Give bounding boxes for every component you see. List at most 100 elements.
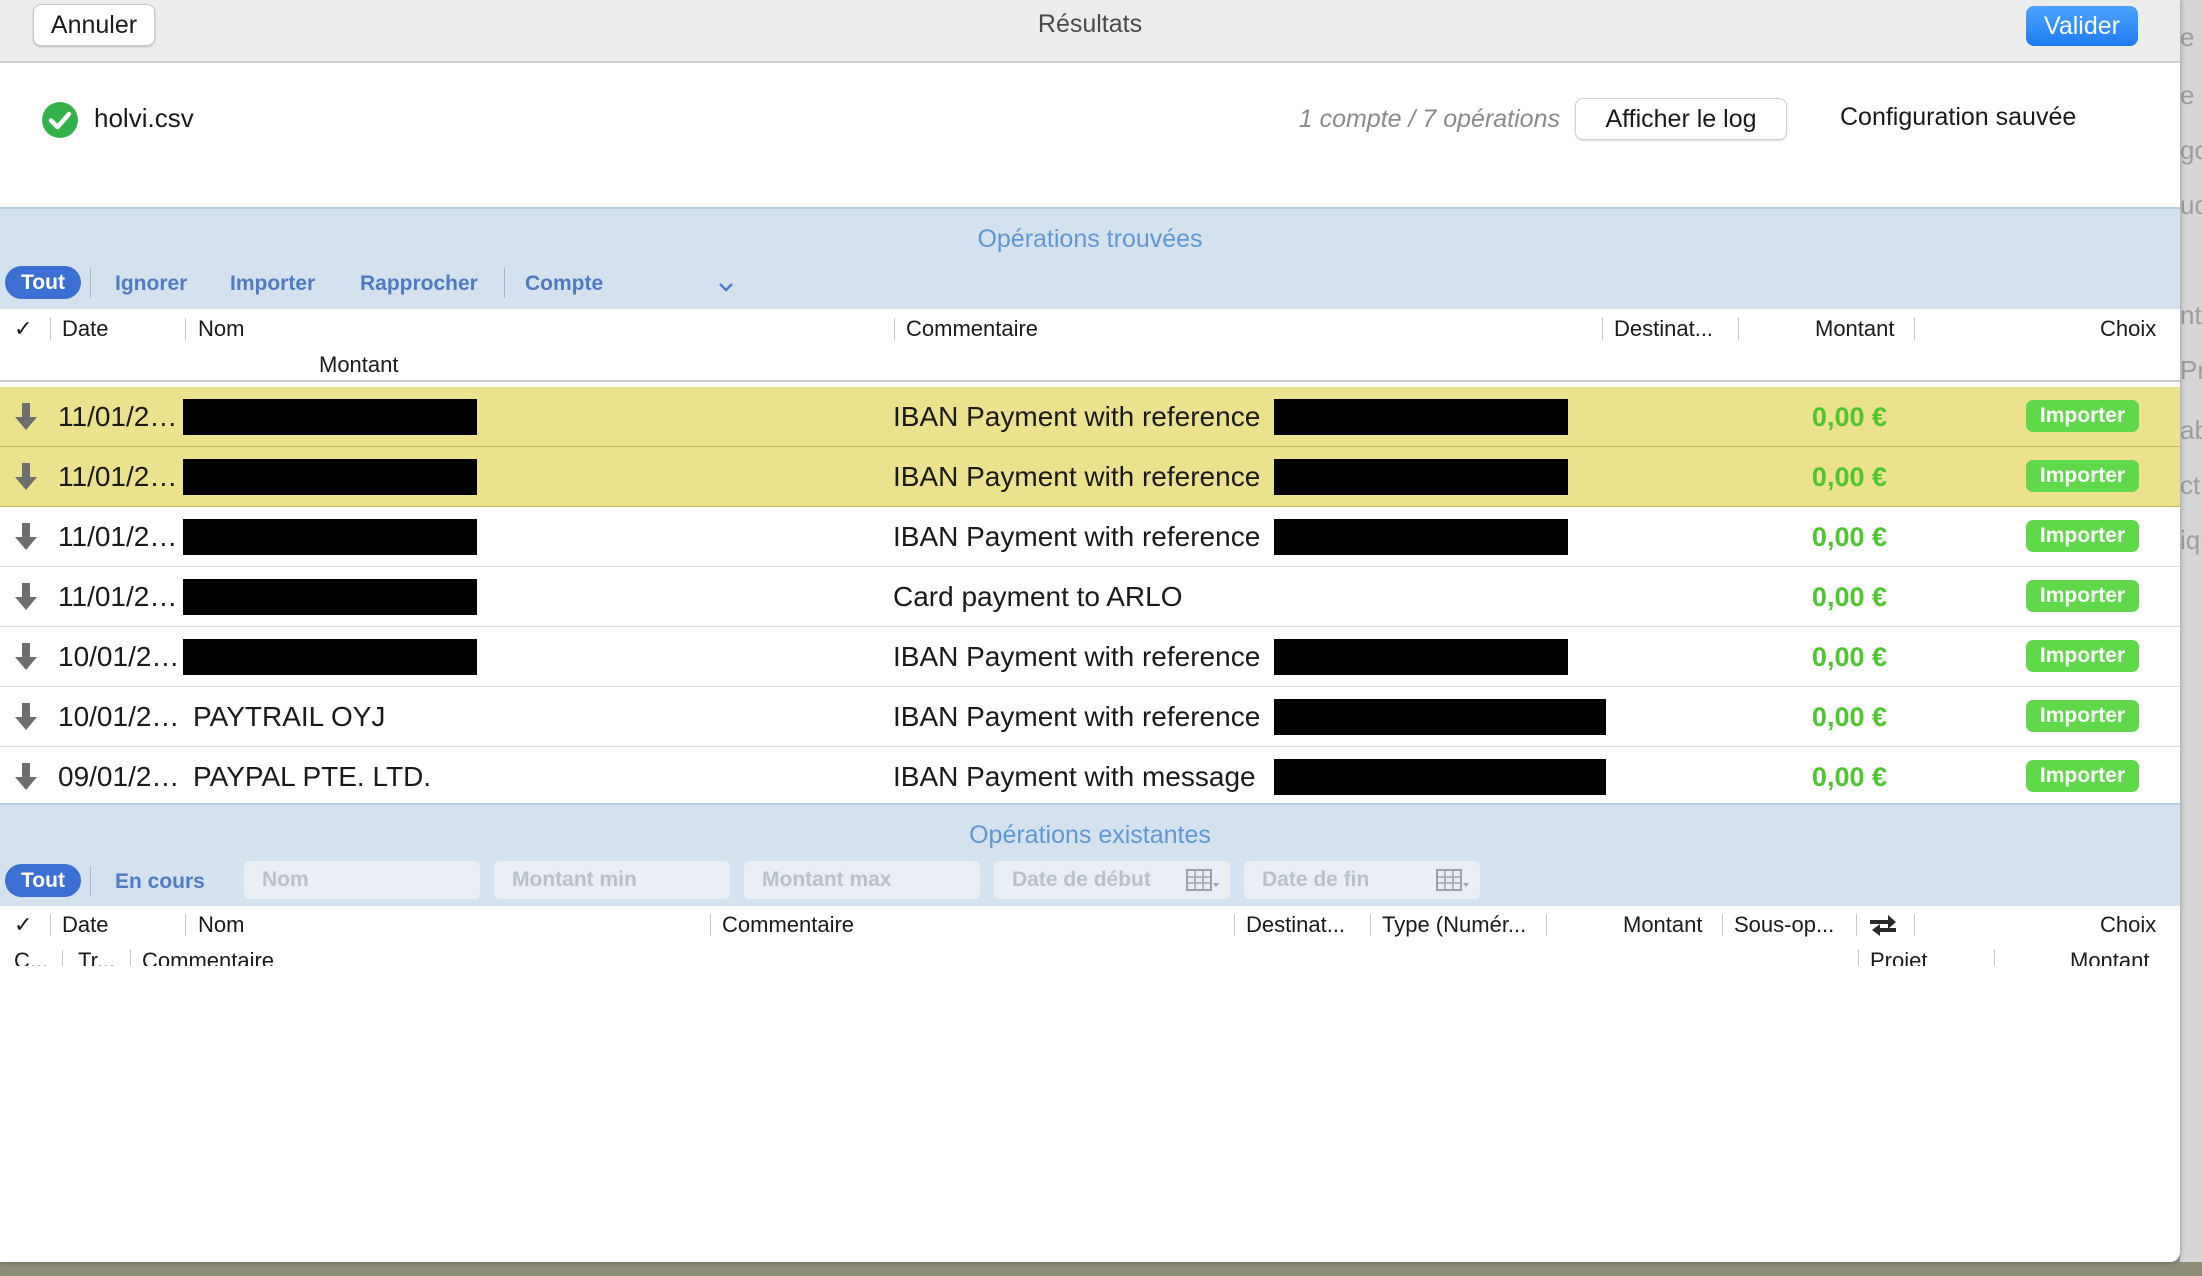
table-row[interactable]: 10/01/2… IBAN Payment with reference 0,0… xyxy=(0,627,2180,687)
column-date[interactable]: Date xyxy=(62,316,108,342)
column-separator xyxy=(1722,914,1723,936)
redacted-comment xyxy=(1274,759,1606,795)
account-dropdown[interactable]: Compte xyxy=(525,272,603,296)
column-name[interactable]: Nom xyxy=(198,316,244,342)
download-arrow-icon xyxy=(13,463,39,491)
column-check[interactable]: ✓ xyxy=(14,912,32,938)
background-text: Pro xyxy=(2180,355,2202,385)
calendar-icon[interactable] xyxy=(1436,869,1470,898)
window-title: Résultats xyxy=(1037,10,1143,38)
column-separator xyxy=(50,914,51,936)
download-arrow-icon xyxy=(13,643,39,671)
background-window-bottom xyxy=(0,1262,2202,1276)
column-separator xyxy=(1914,318,1915,340)
import-choice-button[interactable]: Importer xyxy=(2026,760,2139,792)
redacted-name xyxy=(183,459,477,495)
filter-all-existing-button[interactable]: Tout xyxy=(5,864,81,897)
column-separator xyxy=(1602,318,1603,340)
import-choice-button[interactable]: Importer xyxy=(2026,400,2139,432)
column-separator xyxy=(1856,914,1857,936)
max-amount-input[interactable]: Montant max xyxy=(744,861,980,899)
column-destination[interactable]: Destinat... xyxy=(1614,316,1713,342)
redacted-comment xyxy=(1274,699,1606,735)
redacted-name xyxy=(183,399,477,435)
config-status: Configuration sauvée xyxy=(1840,103,2077,131)
redacted-comment xyxy=(1274,459,1568,495)
redacted-name xyxy=(183,579,477,615)
import-choice-button[interactable]: Importer xyxy=(2026,520,2139,552)
redacted-comment xyxy=(1274,519,1568,555)
chevron-down-icon[interactable] xyxy=(718,280,734,298)
column-separator xyxy=(185,914,186,936)
min-amount-input[interactable]: Montant min xyxy=(494,861,730,899)
table-row[interactable]: 10/01/2… PAYTRAIL OYJ IBAN Payment with … xyxy=(0,687,2180,747)
show-log-button[interactable]: Afficher le log xyxy=(1575,98,1787,140)
redacted-name xyxy=(183,639,477,675)
table-row[interactable]: 11/01/2… IBAN Payment with reference 0,0… xyxy=(0,387,2180,447)
file-name: holvi.csv xyxy=(94,103,194,133)
import-summary: 1 compte / 7 opérations xyxy=(1298,105,1560,133)
row-date: 10/01/2… xyxy=(58,701,180,732)
import-choice-button[interactable]: Importer xyxy=(2026,580,2139,612)
row-date: 11/01/2… xyxy=(58,461,178,492)
column-separator xyxy=(710,914,711,936)
column-separator xyxy=(185,318,186,340)
import-choice-button[interactable]: Importer xyxy=(2026,460,2139,492)
column-comment[interactable]: Commentaire xyxy=(906,316,1038,342)
download-arrow-icon xyxy=(13,523,39,551)
column-date[interactable]: Date xyxy=(62,912,108,938)
column-choice[interactable]: Choix xyxy=(2100,316,2156,342)
row-amount: 0,00 € xyxy=(1811,762,1887,792)
column-separator xyxy=(894,318,895,340)
background-text: e T xyxy=(2180,80,2202,110)
transfer-arrows-icon[interactable] xyxy=(1868,912,1898,943)
background-text: nta xyxy=(2180,300,2202,330)
success-check-icon xyxy=(42,102,78,138)
found-operations-title: Opérations trouvées xyxy=(977,225,1203,253)
divider xyxy=(90,268,91,298)
import-choice-button[interactable]: Importer xyxy=(2026,700,2139,732)
column-amount[interactable]: Montant xyxy=(1815,316,1895,342)
column-comment[interactable]: Commentaire xyxy=(722,912,854,938)
background-text: ct xyxy=(2180,470,2201,500)
column-name[interactable]: Nom xyxy=(198,912,244,938)
column-destination[interactable]: Destinat... xyxy=(1246,912,1345,938)
redacted-name xyxy=(183,519,477,555)
name-filter-input[interactable]: Nom xyxy=(244,861,480,899)
row-date: 10/01/2… xyxy=(58,641,180,672)
redacted-comment xyxy=(1274,399,1568,435)
row-amount: 0,00 € xyxy=(1811,642,1887,672)
background-text: ud xyxy=(2180,190,2202,220)
redacted-comment xyxy=(1274,639,1568,675)
download-arrow-icon xyxy=(13,583,39,611)
column-choice[interactable]: Choix xyxy=(2100,912,2156,938)
validate-button[interactable]: Valider xyxy=(2026,6,2138,46)
background-text: iqu xyxy=(2180,525,2202,555)
column-separator xyxy=(1234,914,1235,936)
row-amount: 0,00 € xyxy=(1811,702,1887,732)
import-choice-button[interactable]: Importer xyxy=(2026,640,2139,672)
filter-pending-button[interactable]: En cours xyxy=(115,870,205,894)
row-amount: 0,00 € xyxy=(1811,522,1887,552)
column-separator xyxy=(1370,914,1371,936)
divider xyxy=(90,866,91,896)
table-row[interactable]: 11/01/2… IBAN Payment with reference 0,0… xyxy=(0,507,2180,567)
column-subop[interactable]: Sous-op... xyxy=(1734,912,1834,938)
calendar-icon[interactable] xyxy=(1186,869,1220,898)
column-type[interactable]: Type (Numér... xyxy=(1382,912,1526,938)
row-name: PAYPAL PTE. LTD. xyxy=(193,761,432,792)
column-separator xyxy=(1738,318,1739,340)
existing-operations-list xyxy=(0,966,2180,1262)
table-row[interactable]: 09/01/2… PAYPAL PTE. LTD. IBAN Payment w… xyxy=(0,747,2180,807)
table-row[interactable]: 11/01/2… Card payment to ARLO 0,00 € Imp… xyxy=(0,567,2180,627)
filter-reconcile-button[interactable]: Rapprocher xyxy=(360,272,478,296)
background-text: e T xyxy=(2180,22,2202,52)
row-comment: IBAN Payment with reference xyxy=(893,701,1261,732)
column-amount[interactable]: Montant xyxy=(1623,912,1703,938)
column-amount-secondary[interactable]: Montant xyxy=(319,352,399,378)
filter-import-button[interactable]: Importer xyxy=(230,272,315,296)
table-row[interactable]: 11/01/2… IBAN Payment with reference 0,0… xyxy=(0,447,2180,507)
filter-all-button[interactable]: Tout xyxy=(5,266,81,299)
filter-ignore-button[interactable]: Ignorer xyxy=(115,272,187,296)
column-check[interactable]: ✓ xyxy=(14,316,32,342)
